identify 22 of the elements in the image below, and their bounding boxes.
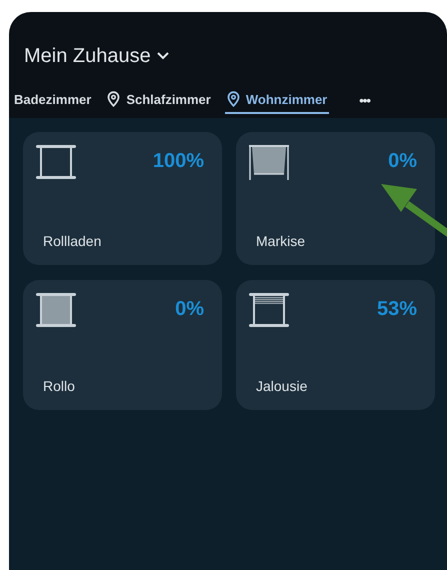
window-shade-icon	[35, 144, 77, 180]
device-name: Rollladen	[43, 233, 102, 249]
more-button[interactable]: •••	[359, 92, 370, 108]
chevron-down-icon[interactable]	[156, 52, 169, 60]
position-percent: 0%	[388, 150, 417, 173]
position-percent: 0%	[175, 298, 204, 321]
room-tab[interactable]: Schlafzimmer	[105, 86, 213, 114]
device-card[interactable]: 53% Jalousie	[236, 280, 435, 410]
position-percent: 53%	[376, 298, 417, 321]
home-title[interactable]: Mein Zuhause	[24, 44, 151, 68]
device-name: Jalousie	[256, 378, 308, 394]
device-card[interactable]: 100% Rollladen	[23, 132, 222, 265]
room-tab[interactable]: Wohnzimmer	[224, 86, 330, 114]
device-name: Markise	[256, 233, 306, 249]
device-card[interactable]: 0% Markise	[236, 132, 435, 265]
awning-icon	[248, 144, 290, 180]
position-percent: 100%	[152, 150, 204, 173]
room-tab[interactable]: Badezimmer	[12, 86, 94, 114]
device-card[interactable]: 0% Rollo	[23, 280, 222, 410]
venetian-blind-icon	[248, 292, 290, 328]
window-shade-icon	[35, 292, 77, 328]
device-name: Rollo	[43, 378, 76, 394]
